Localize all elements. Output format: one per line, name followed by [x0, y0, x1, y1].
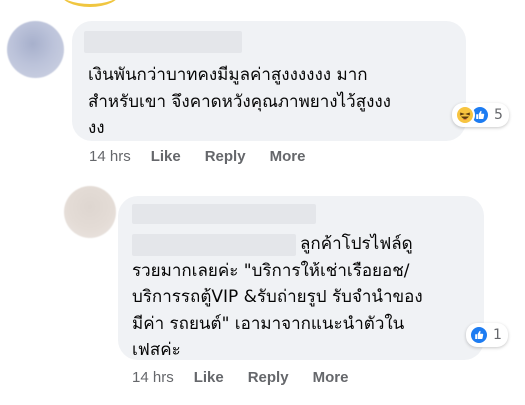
comment-bubble: เงินพันกว่าบาทคงมีมูลค่าสูงงงงงง มาก สำห…	[72, 21, 466, 141]
comment-timestamp[interactable]: 14 hrs	[89, 148, 131, 165]
reaction-summary[interactable]: 5	[452, 103, 509, 127]
more-button[interactable]: More	[270, 148, 306, 165]
comment-bubble: ลูกค้าโปรไฟล์ดู รวยมากเลยค่ะ "บริการให้เ…	[118, 196, 484, 360]
avatar[interactable]	[64, 186, 116, 238]
previous-reaction-fragment	[60, 0, 120, 7]
comment-timestamp[interactable]: 14 hrs	[132, 369, 174, 386]
author-name-redacted[interactable]	[84, 31, 242, 53]
reaction-count: 1	[493, 327, 502, 343]
haha-reaction-icon	[455, 105, 475, 125]
like-button[interactable]: Like	[194, 369, 224, 386]
like-reaction-icon	[469, 325, 489, 345]
author-name-redacted[interactable]	[132, 204, 316, 224]
more-button[interactable]: More	[313, 369, 349, 386]
avatar[interactable]	[7, 21, 64, 78]
like-button[interactable]: Like	[151, 148, 181, 165]
reaction-summary[interactable]: 1	[466, 323, 508, 347]
comment-text: เงินพันกว่าบาทคงมีมูลค่าสูงงงงงง มาก สำห…	[88, 65, 391, 138]
comment-meta: 14 hrs Like Reply More	[132, 369, 372, 386]
reply-button[interactable]: Reply	[248, 369, 289, 386]
reaction-count: 5	[494, 107, 503, 123]
comment-meta: 14 hrs Like Reply More	[89, 148, 329, 165]
reply-button[interactable]: Reply	[205, 148, 246, 165]
comment-text: ลูกค้าโปรไฟล์ดู รวยมากเลยค่ะ "บริการให้เ…	[132, 234, 423, 360]
